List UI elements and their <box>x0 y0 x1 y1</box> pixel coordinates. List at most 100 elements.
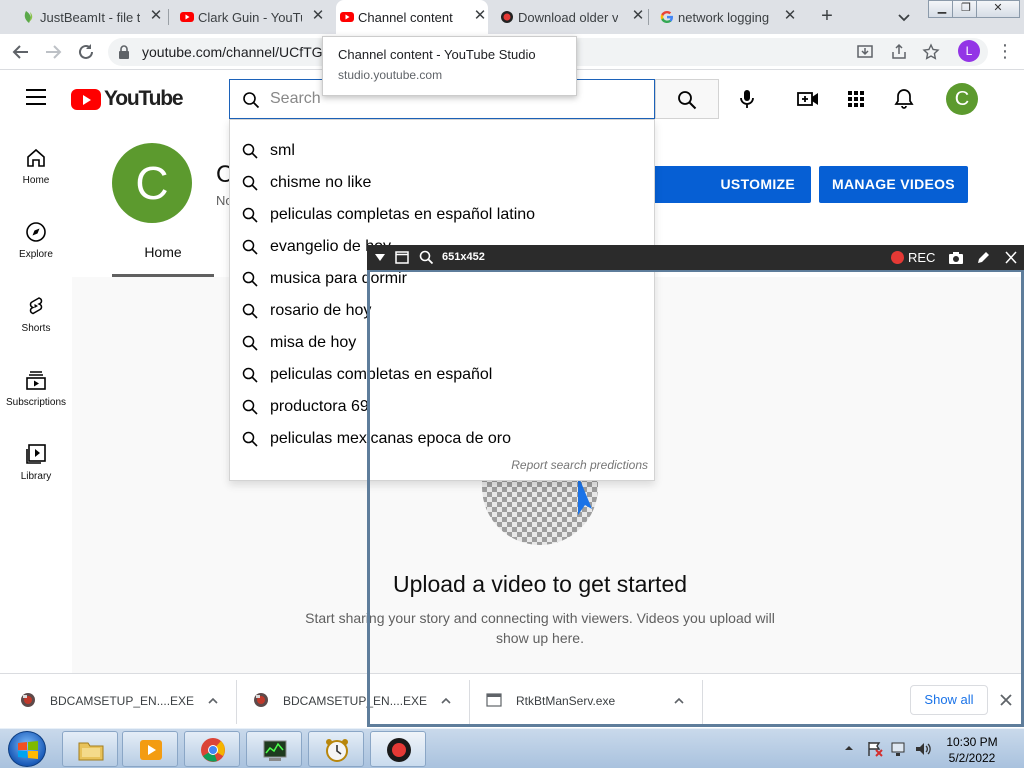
share-icon[interactable] <box>890 43 908 61</box>
suggestion-item[interactable]: peliculas mexicanas epoca de oro <box>230 423 656 455</box>
tab-label: network logging <box>678 9 770 25</box>
close-icon[interactable]: ✕ <box>148 8 164 24</box>
suggestion-item[interactable]: chisme no like <box>230 167 656 199</box>
youtube-icon <box>180 12 194 22</box>
download-item[interactable]: RtkBtManServ.exe <box>486 674 696 729</box>
record-button[interactable]: REC <box>908 250 935 265</box>
search-icon <box>243 92 260 109</box>
suggestion-text: misa de hoy <box>270 334 357 351</box>
suggestion-text: peliculas completas en español latino <box>270 206 536 223</box>
manage-videos-button[interactable]: MANAGE VIDEOS <box>819 166 968 203</box>
nav-item-subscriptions[interactable]: Subscriptions <box>0 349 72 423</box>
chevron-up-icon[interactable] <box>672 694 686 708</box>
bookmark-star-icon[interactable] <box>922 43 940 61</box>
install-icon[interactable] <box>856 43 874 61</box>
tab-channel-content[interactable]: Channel content ✕ <box>336 0 488 34</box>
record-dot-icon[interactable] <box>891 251 904 264</box>
customize-channel-button[interactable]: USTOMIZE CHANNEL <box>650 166 811 229</box>
upload-title: Upload a video to get started <box>392 571 688 597</box>
nav-item-library[interactable]: Library <box>0 423 72 497</box>
tab-download-older[interactable]: Download older v ✕ <box>496 0 646 34</box>
suggestion-item[interactable]: misa de hoy <box>230 327 656 359</box>
folder-icon <box>78 742 104 761</box>
justbeamit-icon <box>24 11 33 23</box>
taskbar-task-manager[interactable] <box>246 731 302 767</box>
chevron-up-icon[interactable] <box>439 694 453 708</box>
network-icon[interactable] <box>890 740 908 758</box>
show-hidden-icons-icon[interactable] <box>844 743 854 753</box>
chevron-up-icon[interactable] <box>206 694 220 708</box>
close-icon[interactable]: ✕ <box>630 8 646 24</box>
youtube-logo[interactable]: YouTube <box>71 87 184 111</box>
close-icon[interactable]: ✕ <box>310 8 326 24</box>
close-icon[interactable] <box>1004 250 1018 265</box>
nav-item-explore[interactable]: Explore <box>0 201 72 275</box>
taskbar-chrome[interactable] <box>184 731 240 767</box>
home-icon <box>27 148 45 167</box>
apps-grid-icon[interactable] <box>844 87 868 111</box>
search-icon <box>242 431 258 447</box>
bandicam-icon <box>387 738 411 762</box>
taskbar-explorer[interactable] <box>62 731 118 767</box>
dropdown-triangle-icon[interactable] <box>373 250 387 265</box>
show-all-downloads-button[interactable]: Show all <box>910 685 988 715</box>
suggestion-item[interactable]: productora 69 <box>230 391 656 423</box>
window-mode-icon[interactable] <box>395 250 409 265</box>
start-button[interactable] <box>8 731 46 767</box>
report-predictions-link[interactable]: Report search predictions <box>511 458 648 472</box>
tab-network-logging[interactable]: network logging ✕ <box>656 0 798 34</box>
tooltip-domain: studio.youtube.com <box>338 68 443 82</box>
tab-divider <box>648 9 649 25</box>
search-icon <box>242 335 258 351</box>
browser-menu-icon[interactable]: ⋮ <box>996 40 1014 62</box>
upload-description: Start sharing your story and connecting … <box>305 610 775 646</box>
search-icon[interactable] <box>419 250 433 265</box>
window-close-button[interactable]: ✕ <box>976 0 1020 18</box>
forward-arrow-icon[interactable] <box>42 41 64 63</box>
close-icon[interactable] <box>998 692 1014 708</box>
suggestion-item[interactable]: rosario de hoy <box>230 295 656 327</box>
profile-avatar[interactable]: L <box>958 40 980 62</box>
download-item[interactable]: BDCAMSETUP_EN....EXE <box>253 674 463 729</box>
action-center-flag-icon[interactable] <box>866 740 884 758</box>
search-icon <box>242 175 258 191</box>
taskbar-clock-app[interactable] <box>308 731 364 767</box>
reload-icon[interactable] <box>75 41 97 63</box>
back-arrow-icon[interactable] <box>10 41 32 63</box>
bandicam-installer-icon <box>254 693 268 707</box>
new-tab-button[interactable]: + <box>817 6 837 26</box>
tab-divider <box>168 9 169 25</box>
notifications-bell-icon[interactable] <box>892 87 916 111</box>
nav-item-shorts[interactable]: Shorts <box>0 275 72 349</box>
create-video-icon[interactable] <box>796 87 820 111</box>
search-icon <box>242 239 258 255</box>
chevron-down-icon[interactable] <box>895 8 913 26</box>
tab-clark-guin[interactable]: Clark Guin - YouTu ✕ <box>176 0 326 34</box>
download-item[interactable]: BDCAMSETUP_EN....EXE <box>20 674 230 729</box>
search-button[interactable] <box>655 79 719 119</box>
suggestion-item[interactable]: peliculas completas en español <box>230 359 656 391</box>
menu-hamburger-icon[interactable] <box>26 89 46 105</box>
suggestion-item[interactable]: peliculas completas en español latino <box>230 199 656 231</box>
capture-size: 651x452 <box>442 251 485 263</box>
pencil-icon[interactable] <box>976 250 990 265</box>
close-icon[interactable]: ✕ <box>472 8 488 24</box>
download-filename: BDCAMSETUP_EN....EXE <box>283 694 428 708</box>
taskbar-bandicam[interactable] <box>370 731 426 767</box>
close-icon[interactable]: ✕ <box>782 8 798 24</box>
account-avatar[interactable]: C <box>946 83 978 115</box>
nav-item-home[interactable]: Home <box>0 127 72 201</box>
channel-avatar[interactable]: C <box>112 143 192 223</box>
windows-taskbar: 10:30 PM 5/2/2022 <box>0 728 1024 768</box>
suggestion-item[interactable]: sml <box>230 135 656 167</box>
taskbar-clock[interactable]: 10:30 PM 5/2/2022 <box>922 734 1022 766</box>
taskbar-media-player[interactable] <box>122 731 178 767</box>
executable-file-icon <box>486 693 502 707</box>
camera-icon[interactable] <box>948 250 964 265</box>
guide-sidebar: Home Explore Shorts Subscriptions Librar… <box>0 127 72 673</box>
youtube-icon <box>340 12 354 22</box>
tab-justbeamit[interactable]: JustBeamIt - file t ✕ <box>18 0 164 34</box>
microphone-icon[interactable] <box>735 87 759 111</box>
subscriptions-icon <box>26 371 46 390</box>
tab-home[interactable]: Home <box>112 237 214 277</box>
